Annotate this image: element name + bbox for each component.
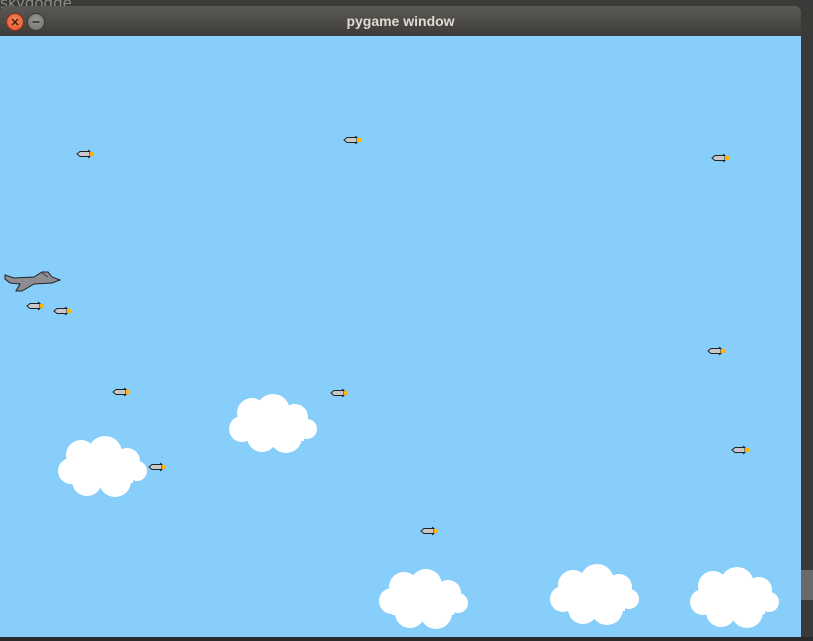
close-button[interactable] bbox=[6, 13, 24, 31]
cloud-icon bbox=[689, 566, 781, 636]
missile-icon bbox=[53, 301, 73, 320]
pygame-window: pygame window bbox=[0, 6, 801, 637]
cloud-icon bbox=[378, 567, 470, 637]
desktop-edge bbox=[801, 570, 813, 600]
missile-icon bbox=[707, 341, 727, 360]
missile-icon bbox=[731, 440, 751, 459]
close-icon bbox=[11, 18, 19, 26]
window-titlebar[interactable]: pygame window bbox=[0, 6, 801, 36]
minimize-button[interactable] bbox=[27, 13, 45, 31]
game-canvas[interactable] bbox=[0, 36, 801, 637]
desktop-panel bbox=[0, 637, 813, 641]
window-title: pygame window bbox=[346, 13, 455, 29]
missile-icon bbox=[343, 130, 363, 149]
missile-icon bbox=[330, 383, 350, 402]
cloud-icon bbox=[549, 563, 641, 633]
missile-icon bbox=[148, 457, 168, 476]
cloud-icon bbox=[228, 393, 320, 463]
missile-icon bbox=[76, 144, 96, 163]
cloud-icon bbox=[57, 435, 149, 505]
missile-icon bbox=[112, 382, 132, 401]
jet-icon bbox=[4, 269, 62, 297]
missile-icon bbox=[420, 521, 440, 540]
missile-icon bbox=[711, 148, 731, 167]
minimize-icon bbox=[32, 21, 40, 23]
missile-icon bbox=[26, 296, 46, 315]
